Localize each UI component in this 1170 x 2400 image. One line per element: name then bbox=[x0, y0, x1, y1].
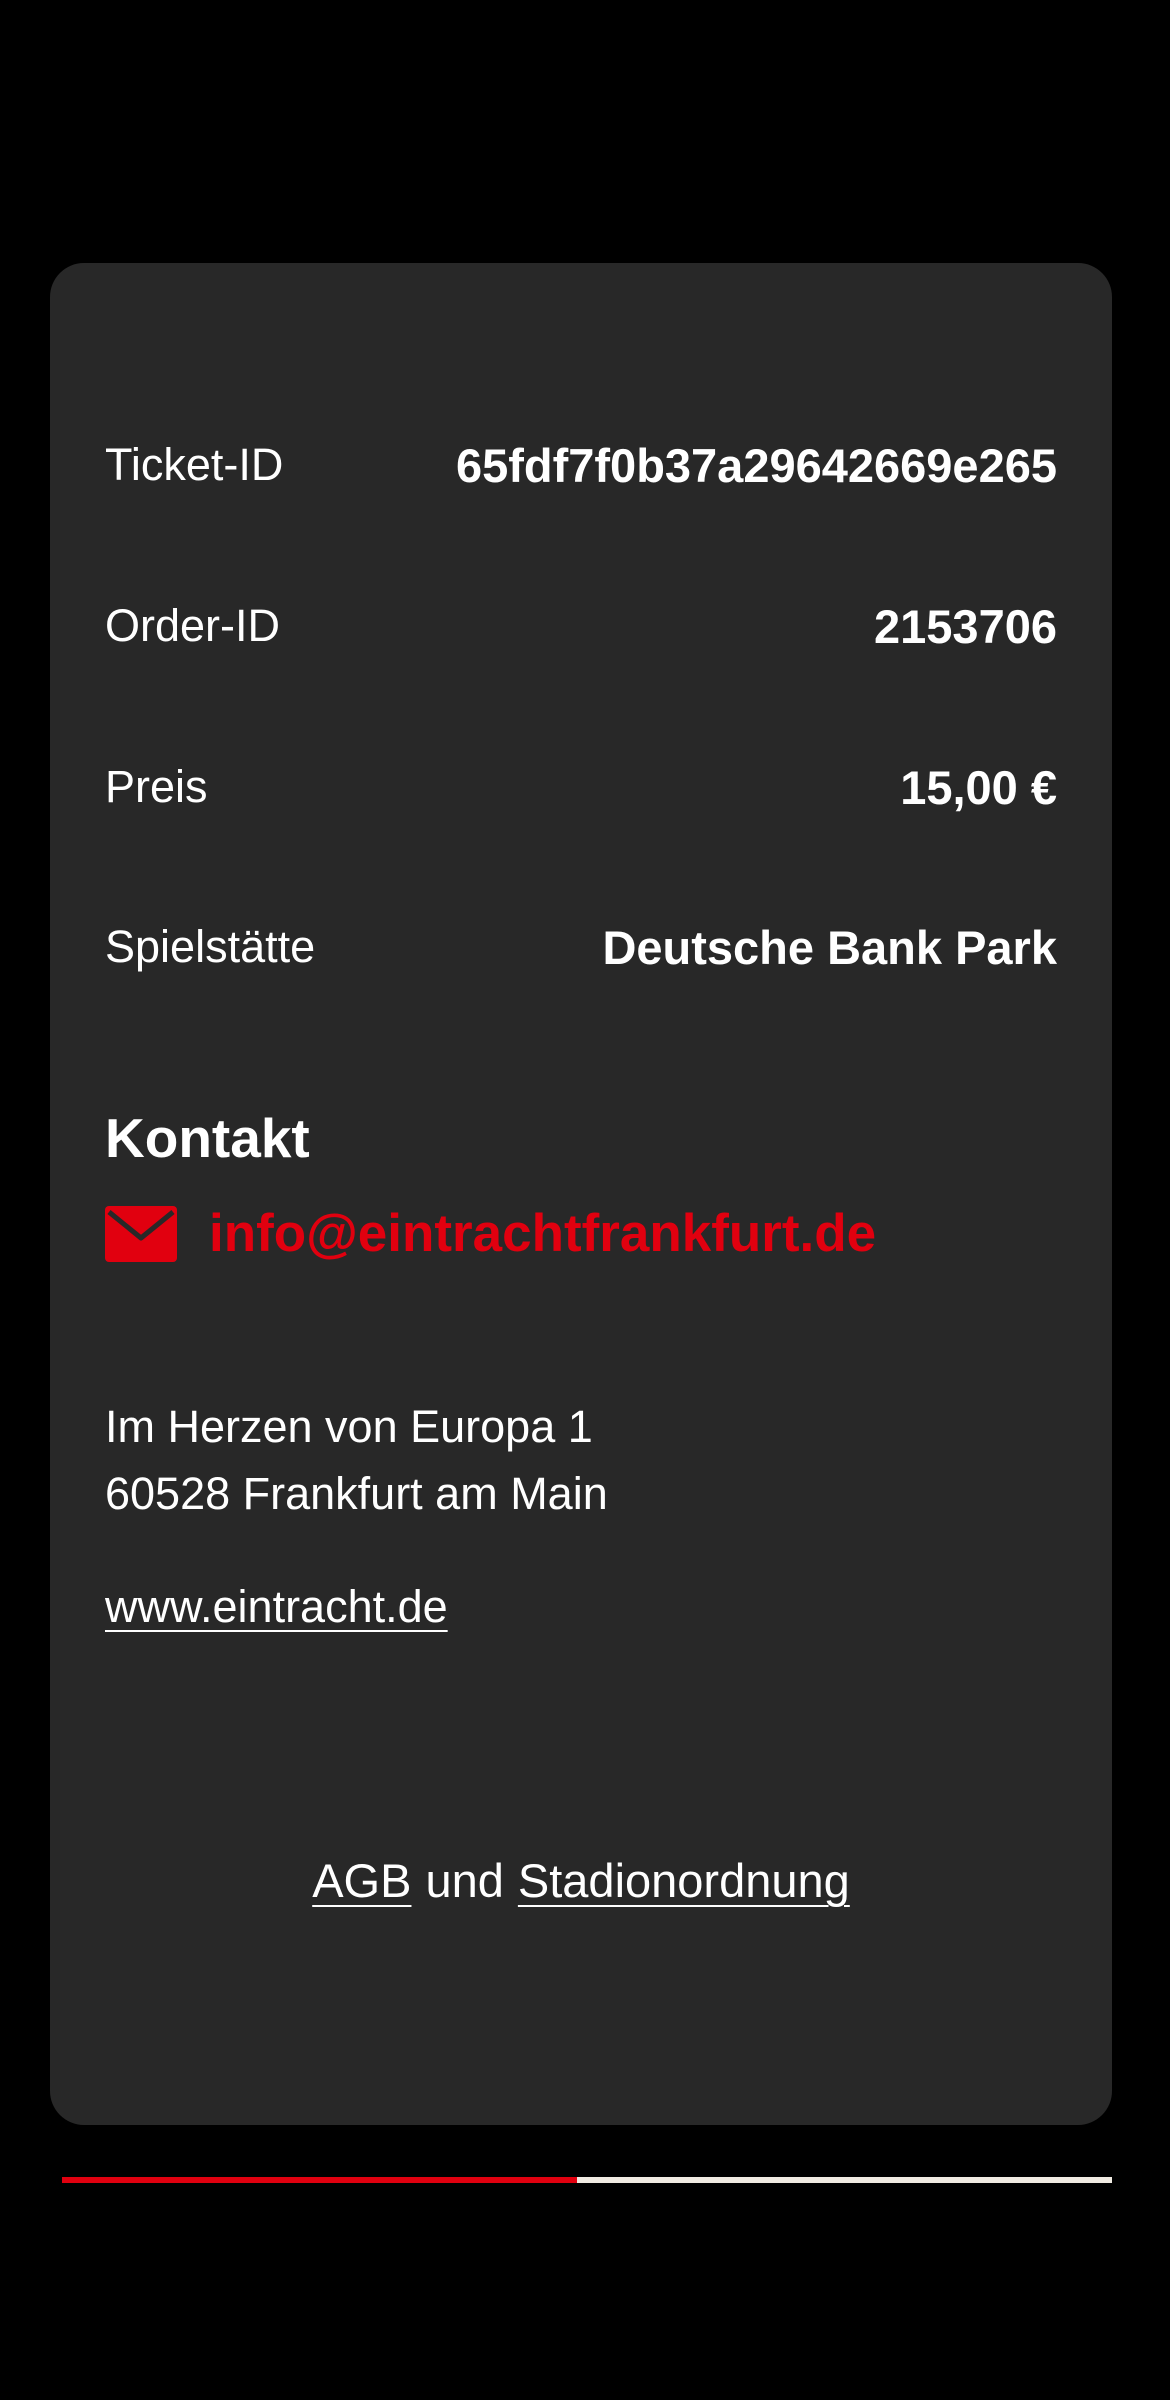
contact-heading: Kontakt bbox=[105, 1107, 310, 1169]
page-progress-bar bbox=[62, 2177, 1112, 2183]
page-progress-fill bbox=[62, 2177, 577, 2183]
address-street: Im Herzen von Europa 1 bbox=[105, 1401, 593, 1452]
order-id-row: Order-ID 2153706 bbox=[105, 596, 1057, 656]
order-id-label: Order-ID bbox=[105, 600, 281, 651]
legal-links: AGB und Stadionordnung bbox=[50, 1853, 1112, 1908]
venue-value: Deutsche Bank Park bbox=[602, 920, 1057, 974]
price-row: Preis 15,00 € bbox=[105, 757, 1057, 817]
address-block: Im Herzen von Europa 1 60528 Frankfurt a… bbox=[105, 1393, 608, 1527]
email-address: info@eintrachtfrankfurt.de bbox=[209, 1204, 877, 1263]
ticket-id-row: Ticket-ID 65fdf7f0b37a29642669e265 bbox=[105, 435, 1057, 495]
venue-label: Spielstätte bbox=[105, 921, 316, 972]
price-value: 15,00 € bbox=[900, 760, 1057, 814]
ticket-id-label: Ticket-ID bbox=[105, 439, 284, 490]
email-link[interactable]: info@eintrachtfrankfurt.de bbox=[105, 1203, 876, 1264]
mail-icon bbox=[105, 1205, 177, 1262]
website-link[interactable]: www.eintracht.de bbox=[105, 1581, 448, 1633]
ticket-details-card: Ticket-ID 65fdf7f0b37a29642669e265 Order… bbox=[50, 263, 1112, 2125]
price-label: Preis bbox=[105, 761, 208, 812]
agb-link[interactable]: AGB bbox=[312, 1854, 411, 1907]
stadium-rules-link[interactable]: Stadionordnung bbox=[518, 1854, 850, 1907]
ticket-id-value: 65fdf7f0b37a29642669e265 bbox=[455, 438, 1057, 492]
venue-row: Spielstätte Deutsche Bank Park bbox=[105, 917, 1057, 977]
address-city: 60528 Frankfurt am Main bbox=[105, 1468, 608, 1519]
order-id-value: 2153706 bbox=[874, 599, 1057, 653]
legal-connector: und bbox=[425, 1854, 504, 1907]
